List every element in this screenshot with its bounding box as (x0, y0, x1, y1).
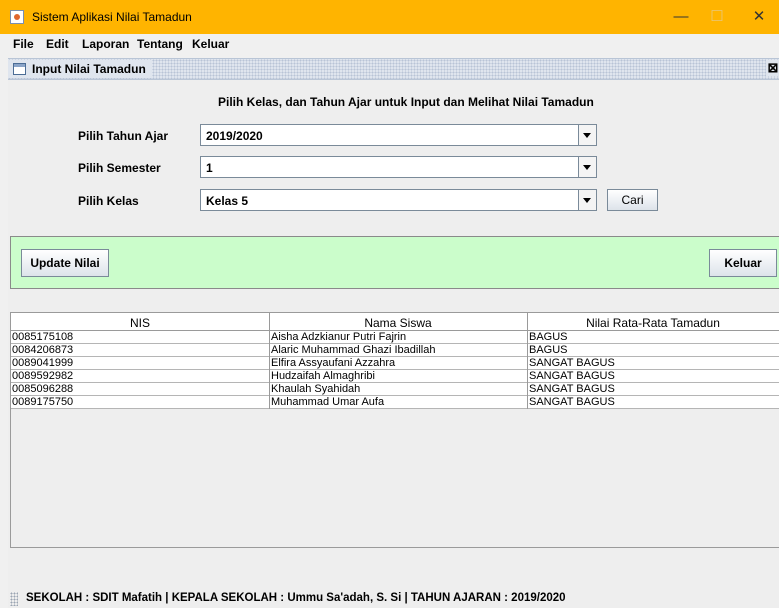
table-header: NIS Nama Siswa Nilai Rata-Rata Tamadun (11, 312, 779, 331)
cell-nilai: SANGAT BAGUS (529, 383, 615, 395)
cell-nis: 0085096288 (12, 383, 74, 395)
title-bar: Sistem Aplikasi Nilai Tamadun — ☐ ✕ (0, 0, 779, 34)
kelas-value: Kelas 5 (206, 194, 249, 208)
update-nilai-button[interactable]: Update Nilai (21, 249, 109, 277)
maximize-button[interactable]: ☐ (702, 6, 732, 28)
table-row[interactable]: 0084206873 Alaric Muhammad Ghazi Ibadill… (11, 344, 779, 357)
keluar-button[interactable]: Keluar (709, 249, 777, 277)
frame-icon (13, 63, 26, 75)
cell-nilai: SANGAT BAGUS (529, 357, 615, 369)
java-app-icon (10, 10, 24, 24)
tahun-ajar-value: 2019/2020 (206, 129, 263, 143)
cell-nama: Elfira Assyaufani Azzahra (271, 357, 396, 369)
column-header-nama[interactable]: Nama Siswa (269, 316, 527, 330)
tahun-ajar-label: Pilih Tahun Ajar (78, 129, 169, 143)
semester-label: Pilih Semester (78, 161, 161, 175)
column-divider (269, 312, 270, 409)
table-row[interactable]: 0089041999 Elfira Assyaufani Azzahra SAN… (11, 357, 779, 370)
table-row[interactable]: 0085175108 Aisha Adzkianur Putri Fajrin … (11, 331, 779, 344)
cell-nama: Khaulah Syahidah (271, 383, 361, 395)
semester-value: 1 (206, 161, 213, 175)
cell-nilai: BAGUS (529, 331, 568, 343)
chevron-down-icon[interactable] (578, 125, 596, 145)
menu-bar: File Edit Laporan Tentang Keluar (0, 34, 779, 54)
kelas-label: Pilih Kelas (78, 194, 139, 208)
tahun-ajar-combo[interactable]: 2019/2020 (200, 124, 597, 146)
form-heading: Pilih Kelas, dan Tahun Ajar untuk Input … (218, 95, 594, 109)
cell-nis: 0089592982 (12, 370, 74, 382)
kelas-combo[interactable]: Kelas 5 (200, 189, 597, 211)
cell-nis: 0089041999 (12, 357, 74, 369)
status-bar: SEKOLAH : SDIT Mafatih | KEPALA SEKOLAH … (10, 590, 779, 608)
table-row[interactable]: 0089175750 Muhammad Umar Aufa SANGAT BAG… (11, 396, 779, 409)
window-title: Sistem Aplikasi Nilai Tamadun (32, 10, 192, 24)
column-header-nilai[interactable]: Nilai Rata-Rata Tamadun (527, 316, 779, 330)
minimize-button[interactable]: — (666, 6, 696, 28)
cell-nis: 0084206873 (12, 344, 74, 356)
grip-icon (10, 592, 18, 606)
menu-file[interactable]: File (13, 37, 34, 51)
action-panel: Update Nilai Keluar (10, 236, 779, 289)
cell-nis: 0085175108 (12, 331, 74, 343)
internal-frame-close-icon[interactable]: ⊠ (766, 60, 779, 76)
menu-edit[interactable]: Edit (46, 37, 69, 51)
semester-combo[interactable]: 1 (200, 156, 597, 178)
menu-tentang[interactable]: Tentang (137, 37, 183, 51)
nilai-table[interactable]: NIS Nama Siswa Nilai Rata-Rata Tamadun 0… (10, 312, 779, 548)
cell-nilai: BAGUS (529, 344, 568, 356)
close-window-button[interactable]: ✕ (744, 6, 774, 28)
internal-frame-title-text: Input Nilai Tamadun (32, 62, 146, 76)
chevron-down-icon[interactable] (578, 190, 596, 210)
column-header-nis[interactable]: NIS (11, 316, 269, 330)
cari-button[interactable]: Cari (607, 189, 658, 211)
table-row[interactable]: 0085096288 Khaulah Syahidah SANGAT BAGUS (11, 383, 779, 396)
internal-frame-titlebar[interactable]: Input Nilai Tamadun ⊠ (8, 58, 779, 80)
column-divider (527, 312, 528, 409)
menu-keluar[interactable]: Keluar (192, 37, 229, 51)
status-text: SEKOLAH : SDIT Mafatih | KEPALA SEKOLAH … (26, 592, 566, 604)
internal-frame-title: Input Nilai Tamadun (8, 60, 152, 78)
cell-nis: 0089175750 (12, 396, 74, 408)
cell-nama: Muhammad Umar Aufa (271, 396, 385, 408)
cell-nilai: SANGAT BAGUS (529, 370, 615, 382)
cell-nama: Hudzaifah Almaghribi (271, 370, 375, 382)
cell-nama: Aisha Adzkianur Putri Fajrin (271, 331, 407, 343)
table-row[interactable]: 0089592982 Hudzaifah Almaghribi SANGAT B… (11, 370, 779, 383)
cell-nama: Alaric Muhammad Ghazi Ibadillah (271, 344, 436, 356)
chevron-down-icon[interactable] (578, 157, 596, 177)
menu-laporan[interactable]: Laporan (82, 37, 129, 51)
cell-nilai: SANGAT BAGUS (529, 396, 615, 408)
